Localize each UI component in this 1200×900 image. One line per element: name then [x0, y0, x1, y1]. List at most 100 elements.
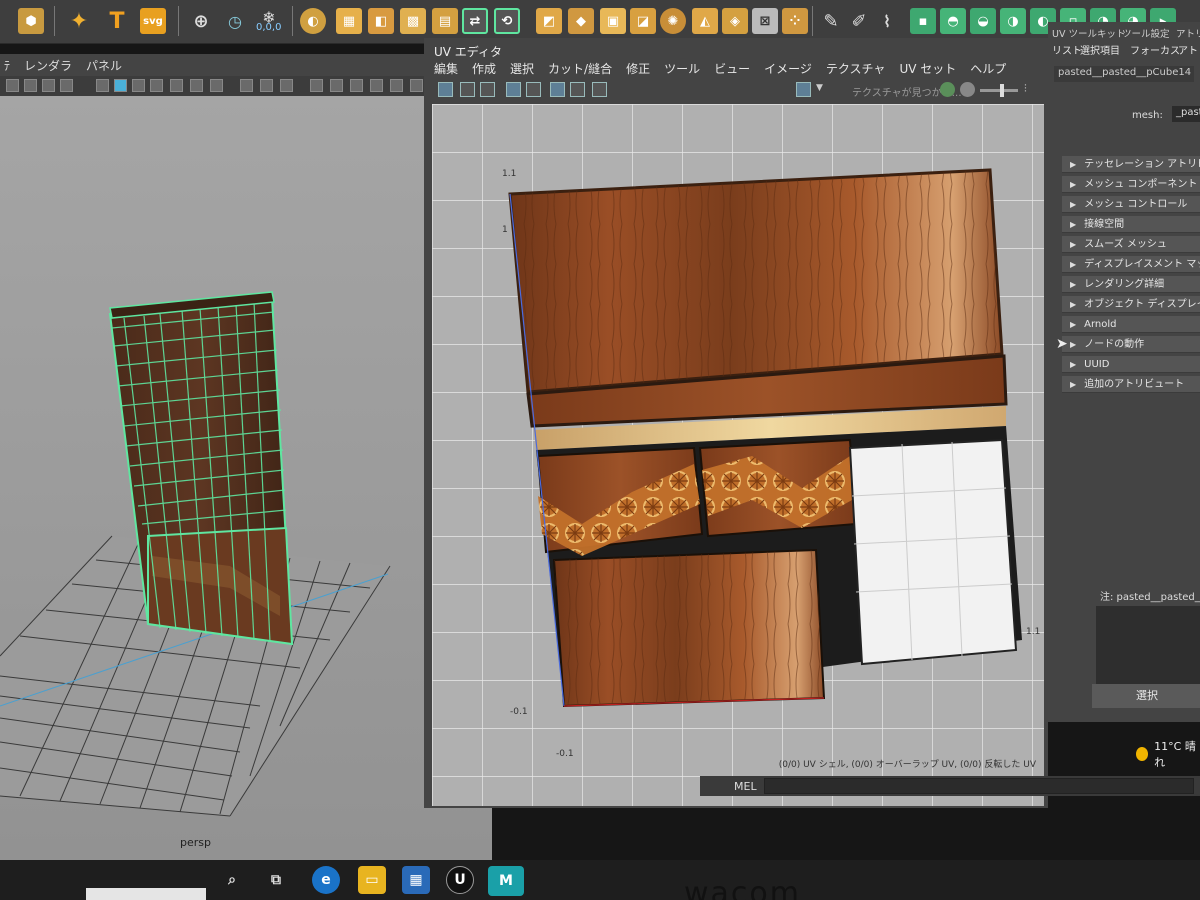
- diamond-grid-icon[interactable]: ◆: [568, 8, 594, 34]
- perspective-viewport[interactable]: persp: [0, 96, 492, 860]
- film-gate-icon[interactable]: [390, 79, 403, 92]
- section-smooth-mesh[interactable]: ▶ スムーズ メッシュ: [1062, 236, 1200, 253]
- uv-isolate-icon[interactable]: [526, 82, 541, 97]
- uv-rotate-icon[interactable]: ⟲: [494, 8, 520, 34]
- store-icon[interactable]: ▦: [402, 866, 430, 894]
- camera-icon[interactable]: [6, 79, 19, 92]
- motion-blur-icon[interactable]: [260, 79, 273, 92]
- sparkle-icon[interactable]: ✦: [66, 8, 92, 34]
- cube-layout-icon[interactable]: ◩: [536, 8, 562, 34]
- shadow-icon[interactable]: [210, 79, 223, 92]
- uv-snapshot-icon[interactable]: [592, 82, 607, 97]
- section-displacement-map[interactable]: ▶ ディスプレイスメント マップ: [1062, 256, 1200, 273]
- subtab-focus[interactable]: フォーカス: [1130, 42, 1180, 57]
- section-node-behavior[interactable]: ▶ ノードの動作: [1062, 336, 1200, 353]
- uv-shells[interactable]: [508, 168, 1022, 708]
- pen-icon[interactable]: ✎: [818, 8, 844, 34]
- checker-icon[interactable]: ▩: [400, 8, 426, 34]
- field-chart-icon[interactable]: [410, 79, 423, 92]
- half-cube-icon[interactable]: ◭: [692, 8, 718, 34]
- section-render-stats[interactable]: ▶ レンダリング詳細: [1062, 276, 1200, 293]
- mel-label[interactable]: MEL: [734, 780, 757, 793]
- uv-menu-modify[interactable]: 修正: [626, 60, 650, 77]
- green-tool-4-icon[interactable]: ◑: [1000, 8, 1026, 34]
- section-tessellation[interactable]: ▶ テッセレーション アトリビュート: [1062, 156, 1200, 173]
- gate-mask-icon[interactable]: [370, 79, 383, 92]
- subtab-attributes[interactable]: アトリビュ: [1178, 42, 1200, 57]
- select-button[interactable]: 選択: [1092, 684, 1200, 708]
- uv-menu-image[interactable]: イメージ: [764, 60, 812, 77]
- light-bulb-icon[interactable]: [190, 79, 203, 92]
- wheel-icon[interactable]: ✺: [660, 8, 686, 34]
- section-mesh-component-display[interactable]: ▶ メッシュ コンポーネント ディスプレ: [1062, 176, 1200, 193]
- section-tangent-space[interactable]: ▶ 接線空間: [1062, 216, 1200, 233]
- brush-icon[interactable]: ✐: [846, 8, 872, 34]
- grid-cells-icon[interactable]: ▤: [432, 8, 458, 34]
- uv-select-icon[interactable]: [438, 82, 453, 97]
- image-plane-icon[interactable]: [60, 79, 73, 92]
- dropper-icon[interactable]: ⌇: [874, 8, 900, 34]
- slider-handle[interactable]: [1000, 84, 1004, 97]
- svg-tool-icon[interactable]: svg: [140, 8, 166, 34]
- uv-menu-cut-sew[interactable]: カット/縫合: [548, 60, 612, 77]
- uv-snapshot-icon[interactable]: ◐: [300, 8, 326, 34]
- uv-menu-select[interactable]: 選択: [510, 60, 534, 77]
- uv-menu-tools[interactable]: ツール: [664, 60, 700, 77]
- exposure-icon[interactable]: [940, 82, 955, 97]
- green-tool-2-icon[interactable]: ◓: [940, 8, 966, 34]
- mel-command-input[interactable]: [764, 778, 1194, 794]
- uv-menu-edit[interactable]: 編集: [434, 60, 458, 77]
- xray-icon[interactable]: [330, 79, 343, 92]
- subtab-list[interactable]: リスト: [1052, 42, 1082, 57]
- tab-tool-settings[interactable]: ツール設定: [1122, 26, 1170, 40]
- uv-menu-textures[interactable]: テクスチャ: [826, 60, 886, 77]
- search-icon[interactable]: ⌕: [218, 866, 246, 894]
- weather-widget[interactable]: 11°C 晴れ: [1136, 738, 1200, 770]
- uv-distortion-icon[interactable]: [570, 82, 585, 97]
- uv-shell-blank-panel[interactable]: [848, 438, 1018, 666]
- uv-image-icon[interactable]: [796, 82, 811, 97]
- xray-joints-icon[interactable]: [350, 79, 363, 92]
- uv-flip-icon[interactable]: ⇄: [462, 8, 488, 34]
- subtab-selected[interactable]: 選択項目: [1080, 42, 1120, 57]
- ambient-occlusion-icon[interactable]: [240, 79, 253, 92]
- green-tool-3-icon[interactable]: ◒: [970, 8, 996, 34]
- green-tool-1-icon[interactable]: ▪: [910, 8, 936, 34]
- box-icon[interactable]: ▣: [600, 8, 626, 34]
- section-uuid[interactable]: ▶ UUID: [1062, 356, 1200, 373]
- tab-attributes[interactable]: アトリビ: [1176, 26, 1200, 40]
- taskbar-search-box[interactable]: [86, 888, 206, 900]
- cross-box-icon[interactable]: ⊠: [752, 8, 778, 34]
- clock-icon[interactable]: ◷: [222, 8, 248, 34]
- isolate-icon[interactable]: [310, 79, 323, 92]
- cube-split-icon[interactable]: ◧: [368, 8, 394, 34]
- shaded-cube-icon[interactable]: [114, 79, 127, 92]
- mesh-name-field[interactable]: _pasted: [1172, 106, 1200, 122]
- uv-shell-icon[interactable]: [460, 82, 475, 97]
- uv-grid-toggle-icon[interactable]: [506, 82, 521, 97]
- uv-edge-icon[interactable]: [480, 82, 495, 97]
- dots-icon[interactable]: ⁘: [782, 8, 808, 34]
- texture-icon[interactable]: [132, 79, 145, 92]
- uv-menu-uv-sets[interactable]: UV セット: [899, 60, 956, 77]
- lighting-icon[interactable]: [150, 79, 163, 92]
- cube-stack-icon[interactable]: ◪: [630, 8, 656, 34]
- chevron-down-icon[interactable]: ▼: [816, 83, 823, 93]
- uv-checker-icon[interactable]: [550, 82, 565, 97]
- file-explorer-icon[interactable]: ▭: [358, 866, 386, 894]
- unreal-engine-icon[interactable]: U: [446, 866, 474, 894]
- target-icon[interactable]: ⊕: [188, 8, 214, 34]
- task-view-icon[interactable]: ⧉: [262, 866, 290, 894]
- tab-uv-toolkit[interactable]: UV ツールキット: [1052, 26, 1125, 40]
- wireframe-icon[interactable]: [24, 79, 37, 92]
- viewport-menu-renderer[interactable]: レンダラ: [24, 57, 72, 74]
- edge-browser-icon[interactable]: e: [312, 866, 340, 894]
- expand-icon[interactable]: ⫶: [1024, 82, 1027, 96]
- maya-icon[interactable]: M: [488, 866, 524, 896]
- section-object-display[interactable]: ▶ オブジェクト ディスプレイ: [1062, 296, 1200, 313]
- checker-shade-icon[interactable]: [170, 79, 183, 92]
- viewport-menu-item[interactable]: ﾃ: [4, 57, 10, 74]
- uv-menu-create[interactable]: 作成: [472, 60, 496, 77]
- polygon-sphere-icon[interactable]: ⬢: [18, 8, 44, 34]
- grid-icon[interactable]: [42, 79, 55, 92]
